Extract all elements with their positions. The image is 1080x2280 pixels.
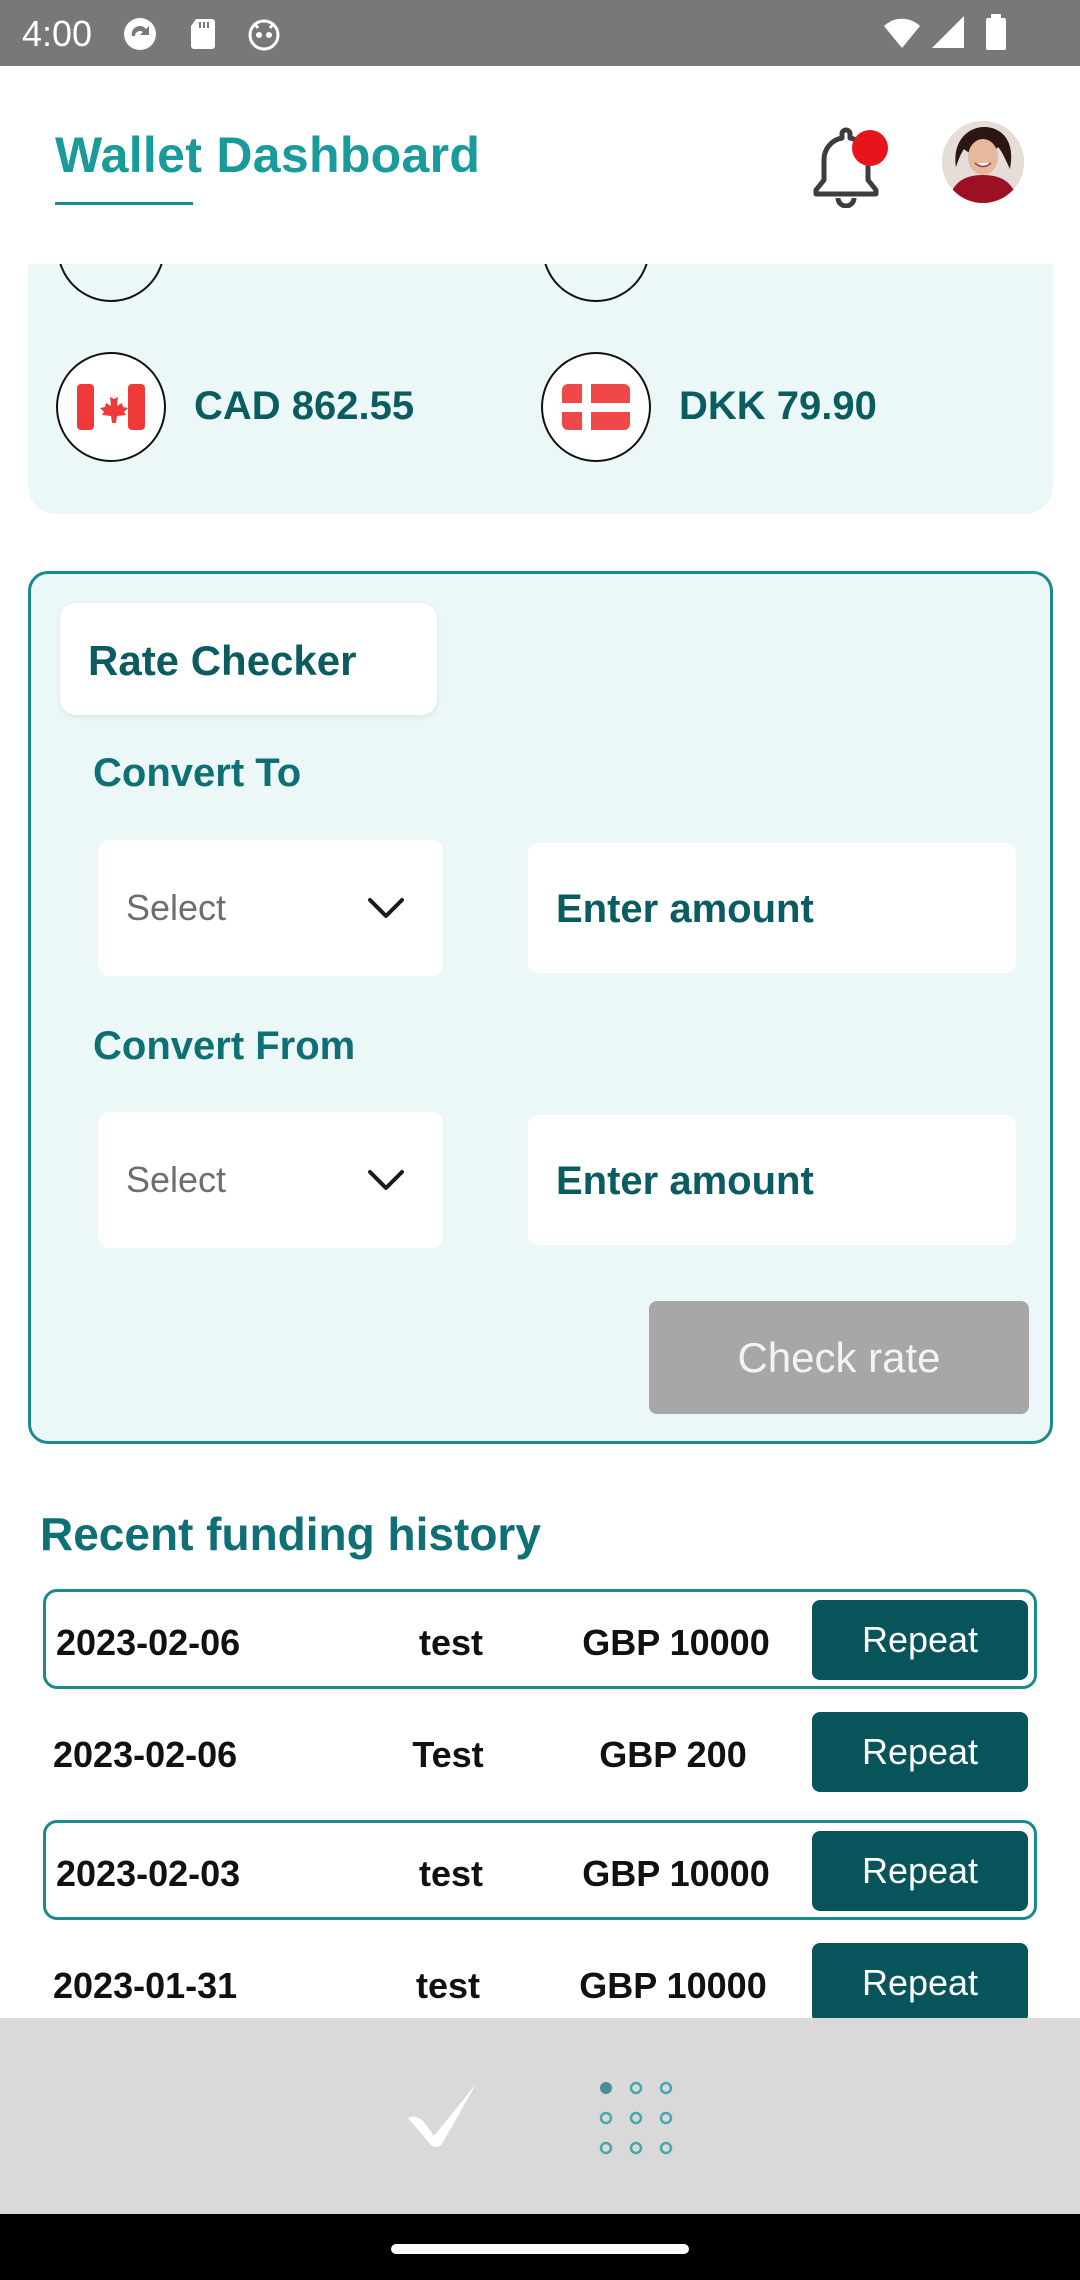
rate-checker-panel: Rate Checker Convert To Select Enter amo… (28, 571, 1053, 1444)
app-root: 4:00 Wallet Dashboard CAD 862.55 DKK 79.… (0, 0, 1080, 2280)
table-row: 2023-02-06 test GBP 10000 Repeat (43, 1589, 1037, 1689)
repeat-button[interactable]: Repeat (812, 1831, 1028, 1911)
row-name: Test (412, 1734, 484, 1775)
row-name: test (418, 1853, 484, 1894)
convert-to-currency-select[interactable]: Select (98, 840, 443, 976)
canada-flag-icon (56, 352, 166, 462)
repeat-button[interactable]: Repeat (812, 1600, 1028, 1680)
sd-card-icon (191, 19, 215, 49)
logo-icon[interactable] (404, 2080, 484, 2150)
balance-dkk: DKK 79.90 (679, 384, 877, 428)
convert-to-label: Convert To (93, 751, 302, 795)
amount-placeholder: Enter amount (556, 1159, 814, 1203)
row-date: 2023-02-06 (53, 1734, 238, 1775)
row-amount: GBP 10000 (582, 1622, 770, 1663)
row-date: 2023-01-31 (53, 1965, 238, 2006)
repeat-button[interactable]: Repeat (812, 1712, 1028, 1792)
wallet-balances: CAD 862.55 DKK 79.90 (28, 264, 1053, 514)
app-header: Wallet Dashboard (0, 66, 1080, 264)
apps-grid-icon[interactable] (596, 2078, 676, 2158)
row-amount: GBP 10000 (579, 1965, 767, 2006)
cellular-signal-icon (932, 16, 964, 48)
select-value: Select (126, 1159, 227, 1200)
row-name: test (418, 1622, 484, 1663)
avatar[interactable] (942, 121, 1024, 203)
profile-photo-icon (942, 121, 1024, 203)
balance-cad: CAD 862.55 (194, 384, 415, 428)
status-bar: 4:00 (0, 0, 1080, 66)
currency-coin (542, 264, 650, 302)
page-title: Wallet Dashboard (55, 127, 481, 183)
table-row: 2023-02-03 test GBP 10000 Repeat (43, 1820, 1037, 1920)
row-amount: GBP 10000 (582, 1853, 770, 1894)
row-date: 2023-02-03 (56, 1853, 241, 1894)
tab-rate-checker[interactable]: Rate Checker (60, 603, 437, 715)
amount-placeholder: Enter amount (556, 887, 814, 931)
chevron-down-icon (368, 1170, 404, 1190)
repeat-button[interactable]: Repeat (812, 1943, 1028, 2023)
funding-history-title: Recent funding history (40, 1508, 541, 1560)
bottom-navigation (0, 2018, 1080, 2214)
convert-to-amount-input[interactable]: Enter amount (528, 843, 1016, 973)
table-row: 2023-02-06 Test GBP 200 Repeat (43, 1704, 1037, 1804)
convert-from-currency-select[interactable]: Select (98, 1112, 443, 1248)
sync-icon (124, 18, 156, 50)
status-time: 4:00 (22, 13, 93, 54)
row-date: 2023-02-06 (56, 1622, 241, 1663)
wifi-icon (884, 18, 920, 48)
select-value: Select (126, 887, 227, 928)
denmark-flag-icon (541, 352, 651, 462)
convert-from-amount-input[interactable]: Enter amount (528, 1115, 1016, 1245)
currency-coin (57, 264, 165, 302)
title-underline (55, 202, 193, 205)
system-gesture-bar (0, 2214, 1080, 2280)
tab-rate-checker-label: Rate Checker (88, 637, 357, 684)
battery-icon (986, 14, 1006, 50)
chevron-down-icon (368, 898, 404, 918)
convert-from-label: Convert From (93, 1024, 356, 1068)
notification-badge (852, 130, 888, 166)
home-gesture-handle[interactable] (391, 2244, 689, 2254)
robot-icon (248, 19, 280, 51)
row-amount: GBP 200 (599, 1734, 747, 1775)
check-rate-button[interactable]: Check rate (649, 1301, 1029, 1414)
row-name: test (415, 1965, 481, 2006)
